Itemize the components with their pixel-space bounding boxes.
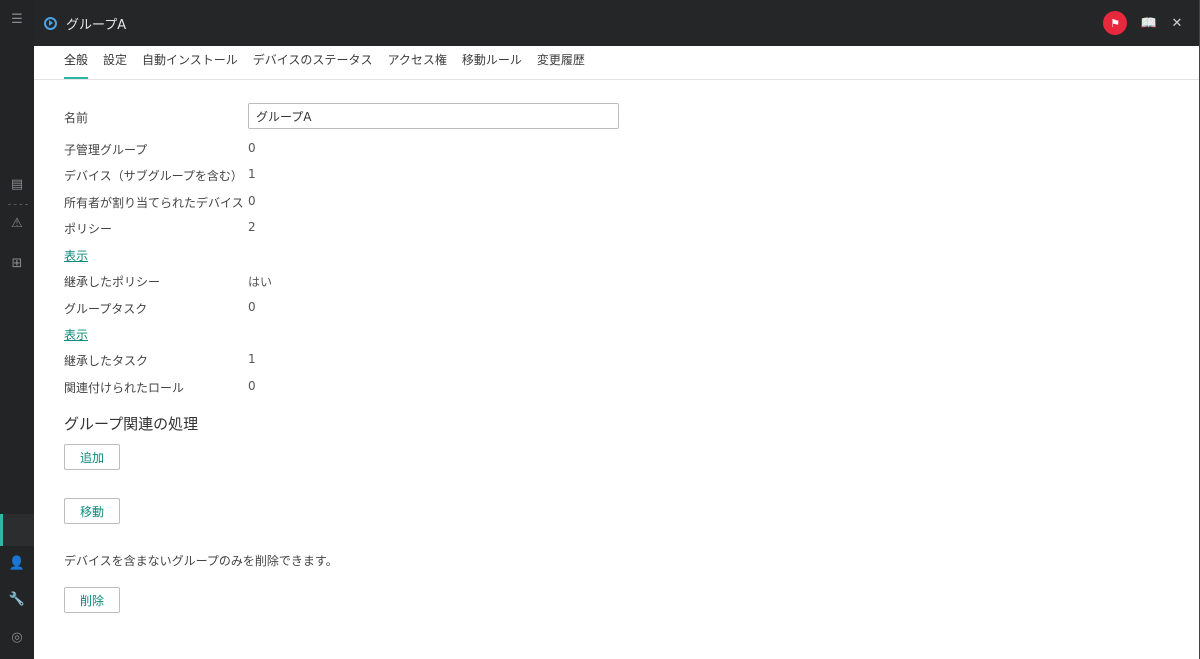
delete-note: デバイスを含まないグループのみを削除できます。 [64, 554, 338, 568]
field-label: デバイス（サブグループを含む） [64, 169, 243, 183]
tab-access-rights[interactable]: アクセス権 [387, 51, 446, 79]
warning-icon[interactable]: ⚠ [0, 212, 34, 234]
group-actions-title: グループ関連の処理 [64, 415, 199, 433]
window-title: グループA [66, 17, 127, 33]
show-policies-link[interactable]: 表示 [64, 247, 88, 264]
field-value: 0 [248, 194, 256, 208]
group-properties-panel: グループA ⚑ 📖 ✕ 全般 設定 自動インストール デバイスのステータス アク… [34, 0, 1200, 659]
user-icon[interactable]: 👤 [0, 552, 34, 574]
menu-icon[interactable]: ☰ [0, 8, 34, 30]
rail-active-item[interactable] [0, 514, 34, 546]
name-label: 名前 [64, 111, 89, 125]
tab-auto-install[interactable]: 自動インストール [142, 51, 238, 79]
field-label: 継承したタスク [64, 354, 149, 368]
hierarchy-icon[interactable]: ⊞ [0, 252, 34, 274]
field-value: 1 [248, 167, 256, 181]
add-button[interactable]: 追加 [64, 444, 120, 470]
flag-icon[interactable]: ⚑ [1103, 11, 1127, 35]
tab-move-rules[interactable]: 移動ルール [462, 51, 522, 79]
field-value: はい [248, 275, 273, 289]
show-tasks-link[interactable]: 表示 [64, 326, 88, 343]
field-value: 1 [248, 352, 256, 366]
field-value: 0 [248, 300, 256, 314]
tab-bar: 全般 設定 自動インストール デバイスのステータス アクセス権 移動ルール 変更… [34, 46, 1199, 80]
wrench-icon[interactable]: 🔧 [0, 588, 34, 610]
tab-settings[interactable]: 設定 [103, 51, 127, 79]
list-icon[interactable]: ▤ [0, 173, 34, 195]
move-button[interactable]: 移動 [64, 498, 120, 524]
group-play-icon [44, 16, 57, 30]
field-label: 関連付けられたロール [64, 381, 185, 395]
field-label: 継承したポリシー [64, 275, 161, 289]
field-label: 所有者が割り当てられたデバイス [64, 196, 244, 210]
name-input[interactable] [248, 103, 619, 129]
close-icon[interactable]: ✕ [1165, 11, 1189, 35]
field-value: 0 [248, 379, 256, 393]
delete-button[interactable]: 削除 [64, 587, 120, 613]
book-icon[interactable]: 📖 [1137, 11, 1161, 35]
field-value: 2 [248, 220, 256, 234]
field-label: グループタスク [64, 302, 148, 316]
rail-divider [8, 204, 28, 205]
field-label: 子管理グループ [64, 143, 148, 157]
title-bar: グループA ⚑ 📖 ✕ [34, 0, 1199, 46]
tab-device-status[interactable]: デバイスのステータス [253, 51, 373, 79]
field-label: ポリシー [64, 222, 113, 236]
field-value: 0 [248, 141, 256, 155]
tab-general[interactable]: 全般 [64, 51, 89, 79]
tab-change-history[interactable]: 変更履歴 [537, 51, 585, 79]
side-rail: ☰ ▤ ⚠ ⊞ 👤 🔧 ◎ [0, 0, 34, 659]
account-icon[interactable]: ◎ [0, 626, 34, 648]
